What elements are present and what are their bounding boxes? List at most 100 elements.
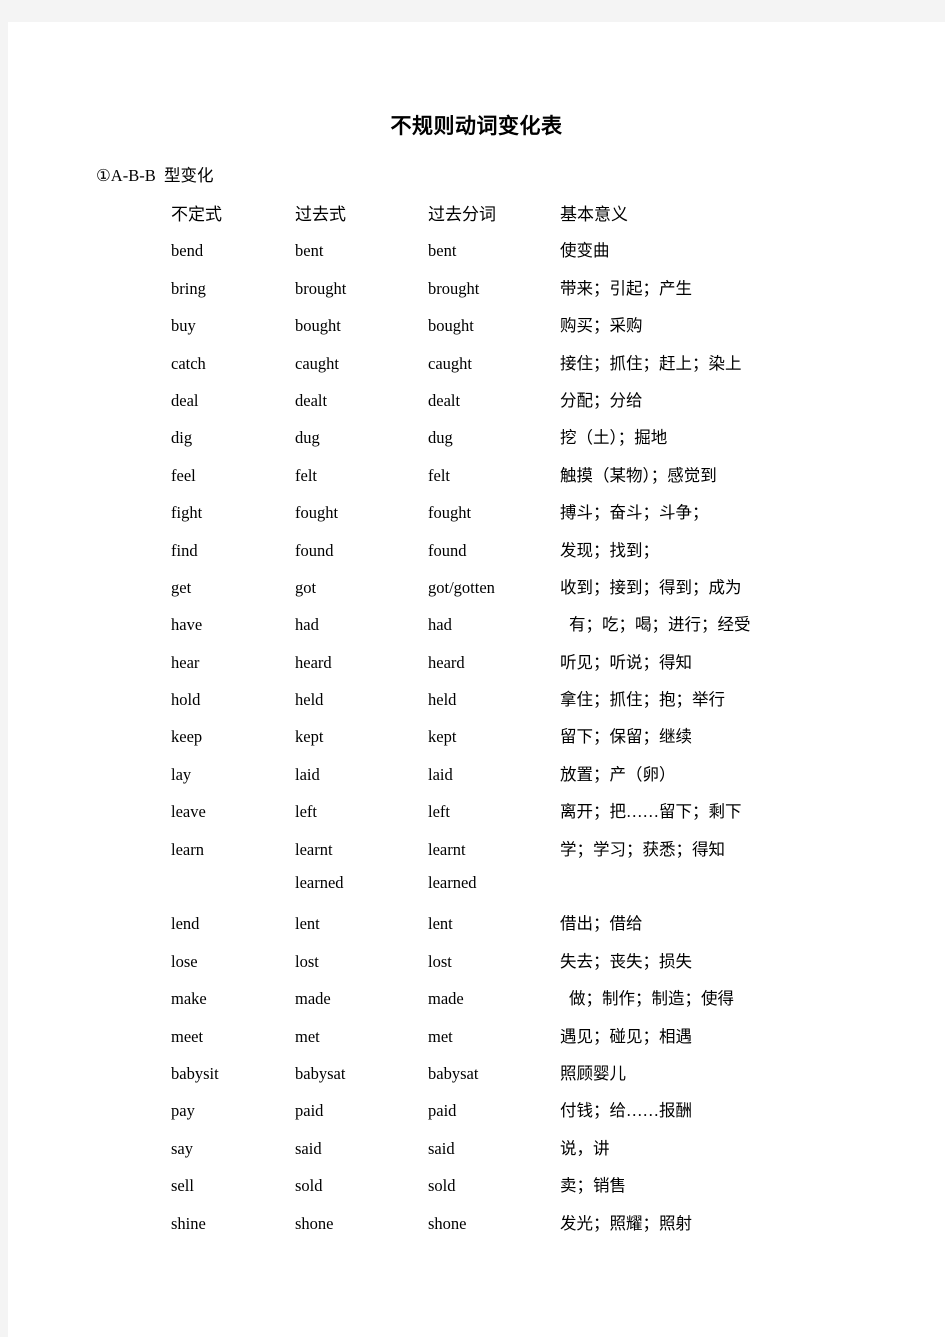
- cell-participle: made: [428, 989, 464, 1009]
- page-title: 不规则动词变化表: [390, 115, 563, 139]
- cell-meaning: 借出；借给: [560, 914, 643, 934]
- table-row: lose lost lost 失去；丧失；损失: [171, 948, 871, 985]
- cell-meaning: 购买；采购: [560, 316, 643, 336]
- cell-past: dug: [295, 428, 320, 448]
- cell-past: lost: [295, 951, 319, 971]
- table-row: find found found 发现；找到；: [171, 537, 871, 574]
- cell-participle: felt: [428, 465, 450, 485]
- cell-participle: laid: [428, 764, 453, 784]
- cell-participle: learned: [428, 873, 477, 893]
- cell-participle: got/gotten: [428, 577, 495, 597]
- cell-past: made: [295, 989, 331, 1009]
- table-row: learn learnt learnt 学；学习；获悉；得知: [171, 836, 871, 873]
- cell-meaning: [560, 873, 871, 910]
- cell-past: said: [295, 1138, 322, 1158]
- cell-infinitive: get: [171, 577, 192, 597]
- cell-past: felt: [295, 465, 317, 485]
- cell-past: bought: [295, 316, 341, 336]
- table-row: meet met met 遇见；碰见；相遇: [171, 1023, 871, 1060]
- cell-meaning: 使变曲: [560, 241, 610, 261]
- cell-meaning: 搏斗；奋斗；斗争；: [560, 503, 709, 523]
- cell-infinitive: [171, 873, 295, 910]
- cell-past: paid: [295, 1101, 324, 1121]
- cell-participle: said: [428, 1138, 455, 1158]
- cell-infinitive: hold: [171, 690, 201, 710]
- cell-past: found: [295, 540, 334, 560]
- cell-participle: met: [428, 1026, 453, 1046]
- table-row: say said said 说，讲: [171, 1135, 871, 1172]
- cell-meaning: 接住；抓住；赶上；染上: [560, 353, 742, 373]
- table-row: sell sold sold 卖；销售: [171, 1172, 871, 1209]
- cell-infinitive: babysit: [171, 1063, 219, 1083]
- cell-participle: left: [428, 802, 450, 822]
- table-row: babysit babysat babysat 照顾婴儿: [171, 1060, 871, 1097]
- cell-infinitive: deal: [171, 390, 199, 410]
- cell-meaning: 有；吃；喝；进行；经受: [569, 615, 751, 635]
- cell-meaning: 卖；销售: [560, 1176, 626, 1196]
- cell-meaning: 触摸（某物）；感觉到: [560, 465, 717, 485]
- cell-participle: heard: [428, 652, 465, 672]
- table-row: deal dealt dealt 分配；分给: [171, 387, 871, 424]
- cell-infinitive: bring: [171, 278, 206, 298]
- cell-meaning: 挖（土）；掘地: [560, 428, 668, 448]
- cell-past: dealt: [295, 390, 328, 410]
- column-header-participle: 过去分词: [428, 205, 496, 224]
- cell-past: left: [295, 802, 317, 822]
- cell-past: sold: [295, 1176, 323, 1196]
- cell-past: caught: [295, 353, 339, 373]
- cell-past: met: [295, 1026, 320, 1046]
- cell-participle: lost: [428, 951, 452, 971]
- cell-meaning: 带来；引起；产生: [560, 278, 692, 298]
- cell-infinitive: meet: [171, 1026, 204, 1046]
- cell-infinitive: dig: [171, 428, 193, 448]
- cell-meaning: 付钱；给……报酬: [560, 1101, 692, 1121]
- cell-meaning: 分配；分给: [560, 390, 643, 410]
- cell-participle: lent: [428, 914, 453, 934]
- section-heading: ①A-B-B 型变化: [96, 166, 214, 185]
- cell-past: lent: [295, 914, 320, 934]
- cell-infinitive: lay: [171, 764, 192, 784]
- cell-infinitive: say: [171, 1138, 193, 1158]
- cell-infinitive: buy: [171, 316, 196, 336]
- cell-participle: sold: [428, 1176, 456, 1196]
- cell-infinitive: keep: [171, 727, 203, 747]
- cell-past: laid: [295, 764, 320, 784]
- cell-past: held: [295, 690, 324, 710]
- table-row: learned learned: [171, 873, 871, 910]
- cell-past: fought: [295, 503, 339, 523]
- table-body: bend bent bent 使变曲 bring brought brought 带来；引起；…: [171, 237, 871, 1247]
- cell-infinitive: bend: [171, 241, 204, 261]
- table-row: lay laid laid 放置；产（卵）: [171, 761, 871, 798]
- cell-participle: paid: [428, 1101, 457, 1121]
- document-page: 不规则动词变化表 ①A-B-B 型变化 不定式 过去式 过去分词 基本意义 be…: [8, 22, 945, 1337]
- cell-participle: learnt: [428, 839, 466, 859]
- column-header-infinitive: 不定式: [171, 205, 222, 224]
- cell-infinitive: learn: [171, 839, 204, 859]
- cell-infinitive: have: [171, 615, 203, 635]
- table-row: hear heard heard 听见；听说；得知: [171, 649, 871, 686]
- cell-meaning: 拿住；抓住；抱；举行: [560, 690, 725, 710]
- cell-participle: babysat: [428, 1063, 479, 1083]
- table-row: make made made 做；制作；制造；使得: [171, 985, 871, 1022]
- cell-meaning: 离开；把……留下；剩下: [560, 802, 742, 822]
- cell-infinitive: lose: [171, 951, 198, 971]
- table-row: catch caught caught 接住；抓住；赶上；染上: [171, 350, 871, 387]
- table-row: lend lent lent 借出；借给: [171, 910, 871, 947]
- table-header-row: 不定式 过去式 过去分词 基本意义: [171, 200, 871, 237]
- cell-past: got: [295, 577, 317, 597]
- cell-meaning: 发光；照耀；照射: [560, 1213, 692, 1233]
- table-row: keep kept kept 留下；保留；继续: [171, 723, 871, 760]
- cell-meaning: 失去；丧失；损失: [560, 951, 692, 971]
- cell-infinitive: sell: [171, 1176, 194, 1196]
- cell-meaning: 放置；产（卵）: [560, 764, 676, 784]
- column-header-meaning: 基本意义: [560, 205, 628, 224]
- column-header-past: 过去式: [295, 205, 346, 224]
- cell-participle: shone: [428, 1213, 467, 1233]
- cell-participle: bought: [428, 316, 474, 336]
- table-row: pay paid paid 付钱；给……报酬: [171, 1097, 871, 1134]
- cell-participle: had: [428, 615, 452, 635]
- cell-meaning: 遇见；碰见；相遇: [560, 1026, 692, 1046]
- cell-participle: bent: [428, 241, 457, 261]
- cell-meaning: 做；制作；制造；使得: [569, 989, 734, 1009]
- table-row: have had had 有；吃；喝；进行；经受: [171, 611, 871, 648]
